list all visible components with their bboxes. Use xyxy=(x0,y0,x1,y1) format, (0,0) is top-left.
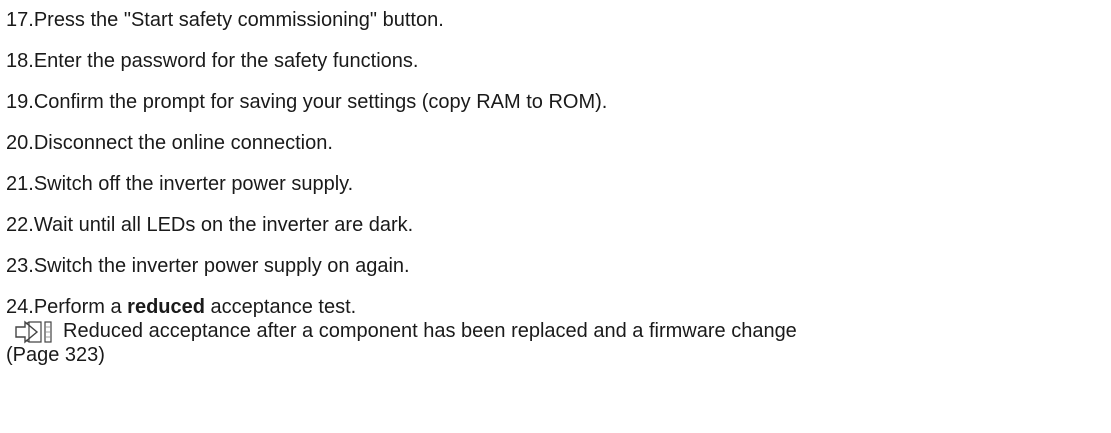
step-21: 21. Switch off the inverter power supply. xyxy=(6,172,1103,196)
step-text: Switch off the inverter power supply. xyxy=(33,173,354,195)
step-text: Enter the password for the safety functi… xyxy=(33,50,419,72)
cross-reference-link[interactable]: Reduced acceptance after a component has… xyxy=(6,319,797,344)
step-text-after: acceptance test. xyxy=(204,296,357,318)
step-text: Confirm the prompt for saving your setti… xyxy=(33,91,608,113)
cross-reference-arrow-icon xyxy=(15,320,55,344)
cross-reference-text[interactable]: Reduced acceptance after a component has… xyxy=(63,319,797,343)
step-text: Switch the inverter power supply on agai… xyxy=(33,255,410,277)
step-19: 19. Confirm the prompt for saving your se… xyxy=(6,90,1103,114)
step-23: 23. Switch the inverter power supply on a… xyxy=(6,254,1103,278)
step-24-line: 24.Perform a reduced acceptance test. xyxy=(6,295,356,319)
step-22: 22. Wait until all LEDs on the inverter a… xyxy=(6,213,1103,237)
step-text-bold: reduced xyxy=(127,296,205,318)
step-number: 21. xyxy=(6,173,34,195)
procedure-steps: 17. Press the "Start safety commissioning… xyxy=(6,8,1103,367)
step-number: 18. xyxy=(6,50,34,72)
step-text: Disconnect the online connection. xyxy=(33,132,333,154)
step-text: Wait until all LEDs on the inverter are … xyxy=(33,214,414,236)
step-18: 18. Enter the password for the safety fun… xyxy=(6,49,1103,73)
cross-reference-page[interactable]: (Page 323) xyxy=(6,343,105,367)
step-number: 19. xyxy=(6,91,34,113)
step-number: 17. xyxy=(6,9,34,31)
step-number: 20. xyxy=(6,132,34,154)
step-number: 22. xyxy=(6,214,34,236)
step-text: Press the "Start safety commissioning" b… xyxy=(33,9,444,31)
step-number: 24. xyxy=(6,296,34,318)
step-number: 23. xyxy=(6,255,34,277)
step-20: 20. Disconnect the online connection. xyxy=(6,131,1103,155)
step-24: 24.Perform a reduced acceptance test. Re… xyxy=(6,295,1103,367)
step-17: 17. Press the "Start safety commissioning… xyxy=(6,8,1103,32)
step-text-before: Perform a xyxy=(33,296,128,318)
